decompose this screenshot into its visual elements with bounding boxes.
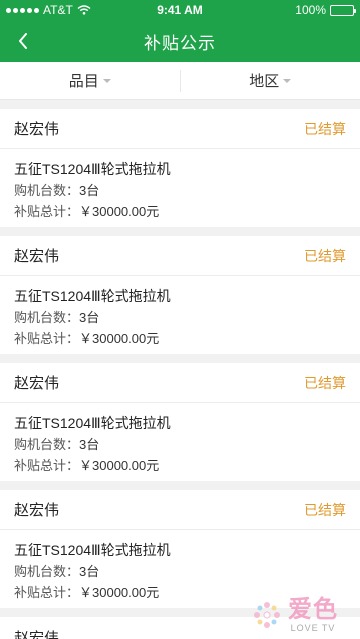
record-total-value: ￥30000.00元: [79, 585, 160, 600]
nav-bar: 补贴公示: [0, 20, 360, 62]
battery-percent: 100%: [295, 3, 326, 17]
carrier-label: AT&T: [43, 3, 73, 17]
record-total-value: ￥30000.00元: [79, 458, 160, 473]
record-qty: 购机台数：3台: [14, 434, 346, 455]
record-qty-label: 购机台数：: [14, 564, 80, 579]
status-bar: AT&T 9:41 AM 100%: [0, 0, 360, 20]
record-total-value: ￥30000.00元: [79, 204, 160, 219]
record-header: 赵宏伟 已结算: [0, 490, 360, 530]
filter-region[interactable]: 地区: [179, 69, 360, 92]
record-name: 赵宏伟: [14, 629, 60, 639]
record-header: 赵宏伟 已结算: [0, 363, 360, 403]
wifi-icon: [77, 5, 91, 15]
record-total-label: 补贴总计：: [14, 585, 80, 600]
record-name: 赵宏伟: [14, 375, 60, 392]
record-product: 五征TS1204Ⅲ轮式拖拉机: [14, 542, 171, 558]
chevron-left-icon: [19, 33, 27, 49]
record-name: 赵宏伟: [14, 248, 60, 265]
page-title: 补贴公示: [144, 33, 216, 53]
record-product: 五征TS1204Ⅲ轮式拖拉机: [14, 161, 171, 177]
status-right: 100%: [295, 3, 356, 17]
record-card[interactable]: 赵宏伟 已结算 五征TS1204Ⅲ轮式拖拉机 购机台数：3台 补贴总计：￥300…: [0, 236, 360, 354]
record-qty-value: 3台: [79, 437, 100, 452]
record-header: 赵宏伟 已结算: [0, 109, 360, 149]
signal-icon: [6, 7, 39, 13]
record-status-badge: 已结算: [304, 374, 346, 391]
filter-bar: 品目 地区: [0, 62, 360, 100]
watermark-main: 爱色: [288, 596, 338, 623]
record-qty: 购机台数：3台: [14, 180, 346, 201]
filter-region-label: 地区: [249, 73, 280, 90]
watermark-sub: LOVE TV: [290, 623, 336, 633]
record-total: 补贴总计：￥30000.00元: [14, 455, 346, 476]
record-total: 补贴总计：￥30000.00元: [14, 328, 346, 349]
filter-category[interactable]: 品目: [0, 62, 180, 99]
record-qty-value: 3台: [79, 183, 100, 198]
status-left: AT&T: [6, 3, 91, 17]
app-header: AT&T 9:41 AM 100% 补贴公示: [0, 0, 360, 62]
record-header: 赵宏伟 已结算: [0, 236, 360, 276]
record-total-label: 补贴总计：: [14, 458, 80, 473]
record-qty-label: 购机台数：: [14, 310, 80, 325]
record-body: 五征TS1204Ⅲ轮式拖拉机 购机台数：3台 补贴总计：￥30000.00元: [0, 276, 360, 349]
filter-category-label: 品目: [68, 73, 99, 90]
record-body: 五征TS1204Ⅲ轮式拖拉机 购机台数：3台 补贴总计：￥30000.00元: [0, 530, 360, 603]
record-card[interactable]: 赵宏伟 已结算 五征TS1204Ⅲ轮式拖拉机 购机台数：3台 补贴总计：￥300…: [0, 490, 360, 608]
record-product: 五征TS1204Ⅲ轮式拖拉机: [14, 288, 171, 304]
back-button[interactable]: [14, 32, 32, 50]
caret-down-icon: [283, 78, 292, 83]
record-card[interactable]: 赵宏伟 已结算 五征TS1204Ⅲ轮式拖拉机 购机台数：3台 补贴总计：￥300…: [0, 109, 360, 227]
record-body: 五征TS1204Ⅲ轮式拖拉机 购机台数：3台 补贴总计：￥30000.00元: [0, 403, 360, 476]
record-total-value: ￥30000.00元: [79, 331, 160, 346]
flower-logo-icon: [254, 602, 280, 628]
record-qty-label: 购机台数：: [14, 183, 80, 198]
record-qty-value: 3台: [79, 310, 100, 325]
record-qty: 购机台数：3台: [14, 561, 346, 582]
record-name: 赵宏伟: [14, 502, 60, 519]
watermark-text: 爱色 LOVE TV: [288, 596, 338, 634]
record-status-badge: 已结算: [304, 120, 346, 137]
record-product: 五征TS1204Ⅲ轮式拖拉机: [14, 415, 171, 431]
caret-down-icon: [102, 78, 111, 83]
record-total: 补贴总计：￥30000.00元: [14, 201, 346, 222]
record-status-badge: 已结算: [304, 501, 346, 518]
record-total-label: 补贴总计：: [14, 331, 80, 346]
record-qty-value: 3台: [79, 564, 100, 579]
record-name: 赵宏伟: [14, 121, 60, 138]
battery-icon: [330, 4, 356, 16]
record-body: 五征TS1204Ⅲ轮式拖拉机 购机台数：3台 补贴总计：￥30000.00元: [0, 149, 360, 222]
record-card[interactable]: 赵宏伟 已结算 五征TS1204Ⅲ轮式拖拉机 购机台数：3台 补贴总计：￥300…: [0, 363, 360, 481]
record-qty-label: 购机台数：: [14, 437, 80, 452]
record-total-label: 补贴总计：: [14, 204, 80, 219]
record-qty: 购机台数：3台: [14, 307, 346, 328]
record-list: 赵宏伟 已结算 五征TS1204Ⅲ轮式拖拉机 购机台数：3台 补贴总计：￥300…: [0, 100, 360, 639]
watermark-logo: 爱色 LOVE TV: [252, 597, 338, 633]
record-status-badge: 已结算: [304, 247, 346, 264]
